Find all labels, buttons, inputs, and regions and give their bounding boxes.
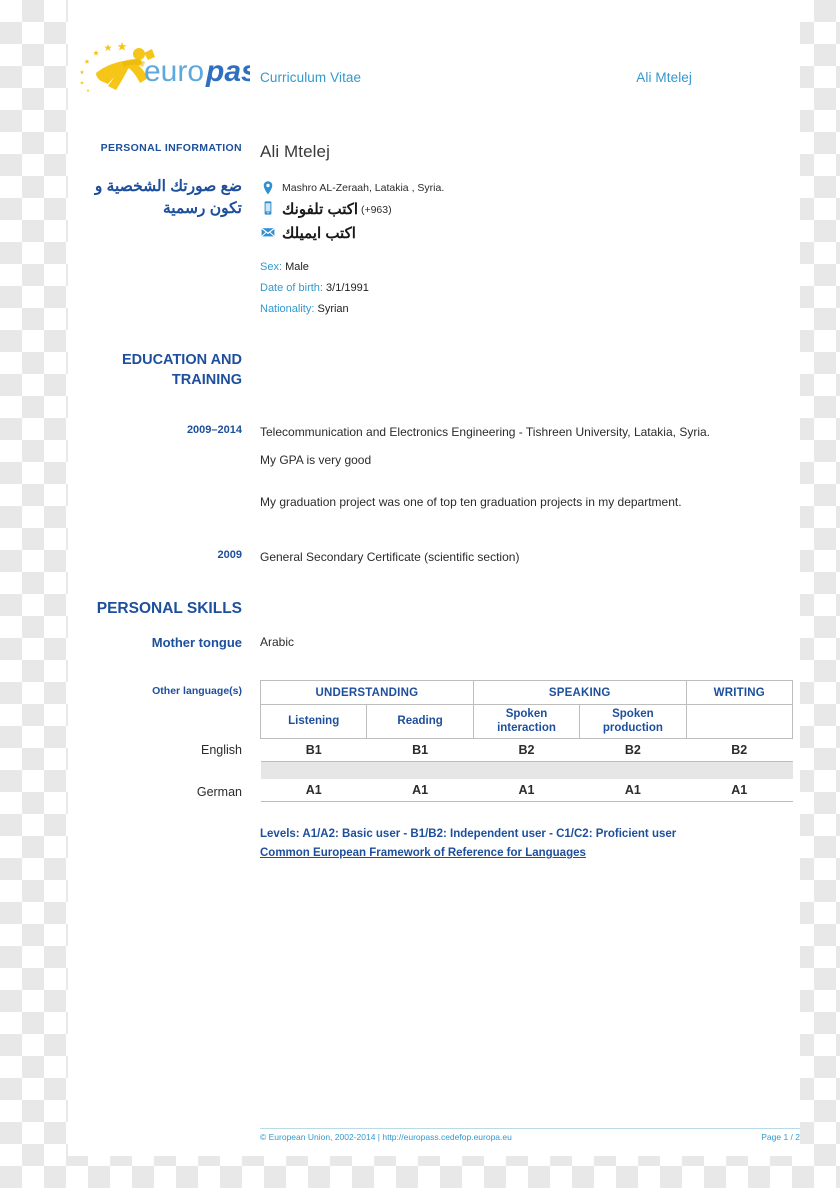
page-footer: © European Union, 2002-2014 | http://eur… (260, 1128, 800, 1142)
language-name-english: English (201, 743, 242, 757)
german-reading-level: A1 (366, 779, 474, 802)
english-spoken-production-level: B2 (579, 738, 687, 762)
german-listening-level: A1 (260, 779, 367, 802)
english-reading-level: B1 (366, 738, 474, 762)
german-spoken-interaction-level: A1 (473, 779, 580, 802)
personal-skills-labels: PERSONAL SKILLS (68, 600, 242, 618)
footer-page-number: Page 1 / 2 (761, 1132, 800, 1142)
field-sex: Sex: Male (260, 260, 800, 275)
education-entry-2-content: General Secondary Certificate (scientifi… (260, 549, 800, 566)
sub-header-reading-line1: Reading (397, 714, 443, 727)
sub-header-spoken-interaction-line1: Spoken (505, 708, 548, 721)
group-header-writing: WRITING (685, 680, 794, 705)
spacer-cell-1 (260, 761, 367, 779)
phone-text-arabic: اكتب تلفونك (282, 201, 359, 219)
document-header: euro pass Curriculum Vitae Ali Mtelej (68, 40, 800, 102)
mother-tongue-content: Arabic (260, 635, 800, 649)
curriculum-vitae-label: Curriculum Vitae (260, 70, 362, 85)
email-line: اكتب ايميلك (260, 224, 800, 244)
personal-information-labels: PERSONAL INFORMATION ضع صورتك الشخصية و … (68, 142, 242, 221)
english-listening-level: B1 (260, 738, 367, 762)
svg-text:euro: euro (144, 55, 204, 88)
english-writing-level: B2 (686, 738, 793, 762)
envelope-icon (260, 224, 276, 240)
language-name-german: German (196, 785, 242, 799)
education-entry-2-period: 2009 (217, 549, 242, 561)
education-heading: EDUCATION AND TRAINING (121, 352, 242, 388)
spacer-cell-3 (473, 761, 580, 779)
german-spoken-production-level: A1 (579, 779, 687, 802)
table-spacer-row (260, 761, 793, 779)
field-date-of-birth-value: 3/1/1991 (326, 282, 369, 294)
field-sex-key: Sex: (260, 261, 283, 273)
education-entry-2-period-col: 2009 (68, 549, 242, 561)
header-candidate-name: Ali Mtelej (636, 70, 692, 85)
field-date-of-birth-key: Date of birth: (260, 282, 323, 294)
education-entry-1-line-1: Telecommunication and Electronics Engine… (260, 425, 710, 439)
sub-header-spoken-interaction: Spoken interaction (472, 704, 581, 739)
table-row: A1 A1 A1 A1 A1 (260, 779, 793, 802)
photo-note-arabic: ضع صورتك الشخصية و تكون رسمية (94, 178, 242, 218)
email-text-arabic: اكتب ايميلك (282, 225, 356, 243)
svg-text:pass: pass (205, 55, 250, 88)
levels-legend: Levels: A1/A2: Basic user - B1/B2: Indep… (260, 826, 800, 861)
group-header-speaking: SPEAKING (472, 680, 687, 705)
sub-header-listening-line1: Listening (288, 714, 340, 727)
address-text: Mashro AL-Zeraah, Latakia , Syria. (282, 182, 445, 194)
english-label-col: English (68, 743, 242, 757)
english-spoken-interaction-level: B2 (473, 738, 580, 762)
europass-logo: euro pass (60, 40, 250, 96)
field-date-of-birth: Date of birth: 3/1/1991 (260, 281, 800, 296)
group-header-understanding: UNDERSTANDING (260, 680, 474, 705)
education-entry-1-period-col: 2009–2014 (68, 424, 242, 436)
table-sub-header-row: Listening Reading Spoken interaction Spo… (259, 704, 794, 739)
education-entry-1-period: 2009–2014 (186, 424, 242, 436)
mother-tongue-value: Arabic (260, 635, 295, 649)
footer-copyright[interactable]: © European Union, 2002-2014 | http://eur… (260, 1132, 512, 1142)
education-labels: EDUCATION AND TRAINING (68, 351, 242, 390)
location-pin-icon (260, 180, 276, 196)
education-entry-1-line-2: My GPA is very good (260, 453, 372, 468)
table-bottom-rule-row (260, 801, 793, 803)
personal-skills-heading: PERSONAL SKILLS (96, 600, 242, 617)
personal-information-heading: PERSONAL INFORMATION (100, 142, 242, 154)
phone-line: اكتب تلفونك (+963) (260, 200, 800, 220)
sub-header-spoken-production-line1: Spoken (612, 708, 654, 721)
sub-header-writing-empty (685, 704, 794, 739)
mother-tongue-label: Mother tongue (151, 635, 242, 650)
education-entry-1-line-3: My graduation project was one of top ten… (260, 494, 682, 509)
table-row: B1 B1 B2 B2 B2 (260, 738, 793, 762)
cv-page: euro pass Curriculum Vitae Ali Mtelej PE… (68, 0, 800, 1156)
table-bottom-rule (260, 801, 793, 803)
education-entry-2-line-1: General Secondary Certificate (scientifi… (260, 550, 520, 564)
other-languages-label: Other language(s) (152, 685, 242, 697)
phone-country-code: (+963) (360, 204, 392, 216)
spacer-cell-2 (366, 761, 474, 779)
spacer-cell-4 (579, 761, 687, 779)
address-line: Mashro AL-Zeraah, Latakia , Syria. (260, 180, 800, 196)
mobile-phone-icon (260, 200, 276, 216)
german-writing-level: A1 (686, 779, 793, 802)
sub-header-listening: Listening (259, 704, 368, 739)
sub-header-spoken-production: Spoken production (579, 704, 687, 739)
personal-information-content: Ali Mtelej Mashro AL-Zeraah, Latakia , S… (260, 142, 800, 317)
german-label-col: German (68, 785, 242, 799)
field-sex-value: Male (285, 261, 309, 273)
candidate-name: Ali Mtelej (260, 142, 330, 161)
table-group-header-row: UNDERSTANDING SPEAKING WRITING (260, 680, 794, 705)
sub-header-spoken-interaction-line2: interaction (497, 721, 556, 734)
education-entry-1-content: Telecommunication and Electronics Engine… (260, 424, 800, 511)
spacer-cell-5 (686, 761, 793, 779)
field-nationality-value: Syrian (317, 303, 349, 315)
language-levels-table: UNDERSTANDING SPEAKING WRITING Listening… (259, 680, 794, 803)
sub-header-reading: Reading (366, 704, 474, 739)
field-nationality-key: Nationality: (260, 303, 315, 315)
sub-header-spoken-production-line2: production (602, 721, 663, 734)
cefr-link[interactable]: Common European Framework of Reference f… (260, 847, 586, 859)
levels-note: Levels: A1/A2: Basic user - B1/B2: Indep… (260, 828, 677, 840)
language-table-wrapper: UNDERSTANDING SPEAKING WRITING Listening… (259, 680, 794, 803)
field-nationality: Nationality: Syrian (260, 302, 800, 317)
other-languages-label-col: Other language(s) (68, 685, 242, 697)
mother-tongue-label-col: Mother tongue (68, 635, 242, 650)
